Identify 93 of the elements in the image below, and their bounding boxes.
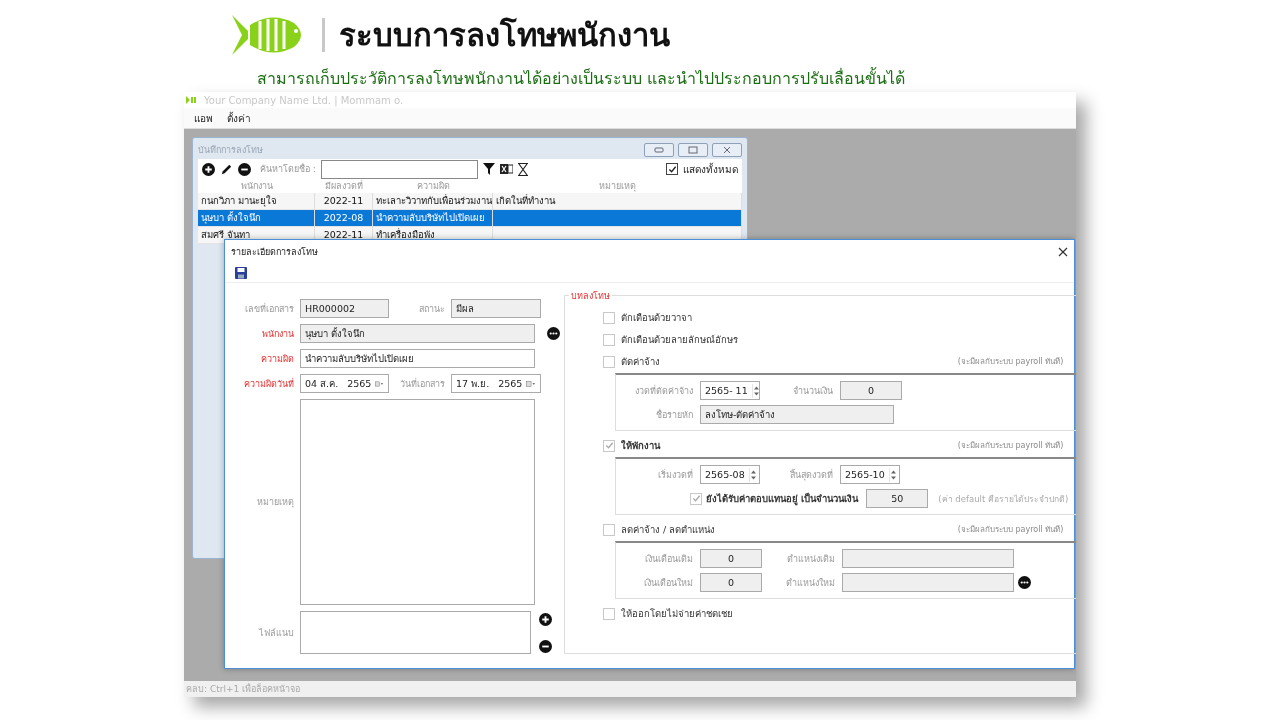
field-label: วันที่เอกสาร: [399, 377, 446, 391]
field-label: สถานะ: [418, 302, 446, 316]
spinner-icon[interactable]: [888, 467, 897, 482]
more-icon[interactable]: [547, 327, 560, 340]
field-label: เลขที่เอกสาร: [244, 302, 295, 316]
pencil-icon[interactable]: [220, 162, 233, 176]
field-label: ความผิดวันที่: [243, 377, 295, 391]
date-field[interactable]: 04 ส.ค. 2565: [300, 374, 389, 393]
maximize-button[interactable]: [678, 143, 708, 157]
field-label: ตำแหน่งเดิม: [786, 552, 836, 566]
amount-field[interactable]: 0: [840, 381, 902, 400]
offense-field[interactable]: นำความลับบริษัทไปเปิดเผย: [300, 349, 535, 368]
column-header: ความผิด: [415, 180, 451, 193]
option-label: ตักเตือนด้วยวาจา: [621, 311, 692, 325]
status-field[interactable]: มีผล: [451, 299, 541, 318]
table-cell[interactable]: นุษบา ตั้งใจนึก: [198, 210, 315, 227]
calendar-dropdown-icon[interactable]: [526, 378, 536, 389]
note-text: (จะมีผลกับระบบ payroll ทันที): [957, 524, 1064, 536]
option-label: ลดค่าจ้าง / ลดตำแหน่ง: [621, 523, 716, 537]
amount-field[interactable]: 50: [866, 489, 929, 508]
excel-icon[interactable]: [499, 163, 513, 175]
field-label: จำนวนเงิน: [792, 384, 834, 398]
more-icon[interactable]: [1018, 576, 1031, 589]
maximize-icon: [688, 146, 698, 154]
search-label: ค้นหาโดยชื่อ :: [260, 162, 316, 176]
field-label: เริ่มงวดที่: [657, 468, 694, 482]
remove-icon[interactable]: [238, 162, 251, 176]
close-icon: [722, 146, 732, 154]
table-cell[interactable]: 2022-08: [315, 210, 373, 227]
status-bar: คลบ: Ctrl+1 เพื่อล็อคหน้าจอ: [184, 681, 1076, 697]
show-all-checkbox[interactable]: แสดงทั้งหมด: [666, 161, 738, 177]
option-label: ตัดค่าจ้าง: [621, 355, 660, 369]
field-label: สิ้นสุดงวดที่: [789, 468, 834, 482]
period-field[interactable]: 2565-10: [840, 465, 900, 484]
close-button[interactable]: [712, 143, 742, 157]
option-label: ให้พักงาน: [621, 439, 660, 453]
field-label: ชื่อรายหัก: [655, 408, 694, 422]
remove-icon[interactable]: [539, 639, 552, 653]
period-field[interactable]: 2565- 11: [700, 381, 760, 400]
filter-icon[interactable]: [482, 163, 495, 175]
position-field[interactable]: [842, 549, 1014, 568]
page-title: ระบบการลงโทษพนักงาน: [339, 16, 670, 55]
hint-text: (ค่า default คือรายได้ประจำปกติ): [938, 492, 1069, 506]
field-label: เงินเดือนเดิม: [644, 552, 694, 566]
field-label: เงินเดือนใหม่: [643, 576, 694, 590]
text-field[interactable]: ลงโทษ-ตัดค่าจ้าง: [700, 405, 894, 424]
field-label: งวดที่ตัดค่าจ้าง: [634, 384, 694, 398]
table-cell[interactable]: เกิดในที่ทำงาน: [493, 193, 742, 210]
option-label: ยังได้รับค่าตอบแทนอยู่ เป็นจำนวนเงิน: [706, 491, 859, 506]
app-icon: [186, 96, 198, 104]
calendar-dropdown-icon[interactable]: [375, 378, 384, 389]
table-cell[interactable]: กนกวิภา มานะยุใจ: [198, 193, 315, 210]
table-cell[interactable]: นำความลับบริษัทไปเปิดเผย: [373, 210, 493, 227]
field-label: ไฟล์แนบ: [257, 626, 295, 640]
note-text: (จะมีผลกับระบบ payroll ทันที): [957, 356, 1064, 368]
position-field[interactable]: [842, 573, 1014, 592]
dialog-title: รายละเอียดการลงโทษ: [231, 246, 318, 259]
date-field[interactable]: 17 พ.ย. 2565: [451, 374, 541, 393]
amount-field[interactable]: 0: [700, 549, 762, 568]
field-label: ตำแหน่งใหม่: [785, 576, 836, 590]
minimize-icon: [654, 147, 664, 153]
checkbox[interactable]: [666, 163, 678, 175]
save-icon[interactable]: [235, 267, 247, 279]
spinner-icon[interactable]: [751, 383, 760, 398]
menu-item[interactable]: ตั้งค่า: [227, 110, 251, 126]
field-label: พนักงาน: [261, 327, 295, 341]
field-label: หมายเหตุ: [256, 496, 295, 509]
spinner-icon[interactable]: [748, 467, 757, 482]
period-field[interactable]: 2565-08: [700, 465, 760, 484]
search-field[interactable]: [320, 159, 478, 179]
table-cell[interactable]: ทะเลาะวิวาทกับเพื่อนร่วมงาน: [373, 193, 493, 210]
document-number-field[interactable]: HR000002: [300, 299, 389, 318]
note-text: (จะมีผลกับระบบ payroll ทันที): [957, 440, 1064, 452]
column-header: มีผลงวดที่: [324, 179, 364, 193]
page-subtitle: สามารถเก็บประวัติการลงโทษพนักงานได้อย่างเป็นระบบ และนำไปประกอบการปรับเลื่อนขั้นได้: [257, 66, 907, 90]
field-label: ความผิด: [260, 352, 295, 366]
table-cell[interactable]: [493, 210, 742, 227]
column-header: หมายเหตุ: [598, 180, 637, 193]
hourglass-icon[interactable]: [517, 162, 528, 176]
option-label: ให้ออกโดยไม่จ่ายค่าชดเชย: [621, 607, 733, 621]
attachment-list[interactable]: [300, 611, 531, 654]
window-title: บันทึกการลงโทษ: [198, 144, 263, 157]
employee-field[interactable]: นุษบา ตั้งใจนึก: [300, 324, 535, 343]
column-header: พนักงาน: [239, 180, 274, 193]
close-icon[interactable]: [1058, 247, 1068, 257]
option-label: ตักเตือนด้วยลายลักษณ์อักษร: [621, 333, 738, 347]
add-icon[interactable]: [202, 162, 215, 176]
menu-item[interactable]: แอพ: [194, 110, 213, 126]
minimize-button[interactable]: [644, 143, 674, 157]
add-icon[interactable]: [539, 612, 552, 626]
amount-field[interactable]: 0: [700, 573, 762, 592]
table-cell[interactable]: 2022-11: [315, 193, 373, 210]
checkbox-label: แสดงทั้งหมด: [683, 161, 738, 177]
